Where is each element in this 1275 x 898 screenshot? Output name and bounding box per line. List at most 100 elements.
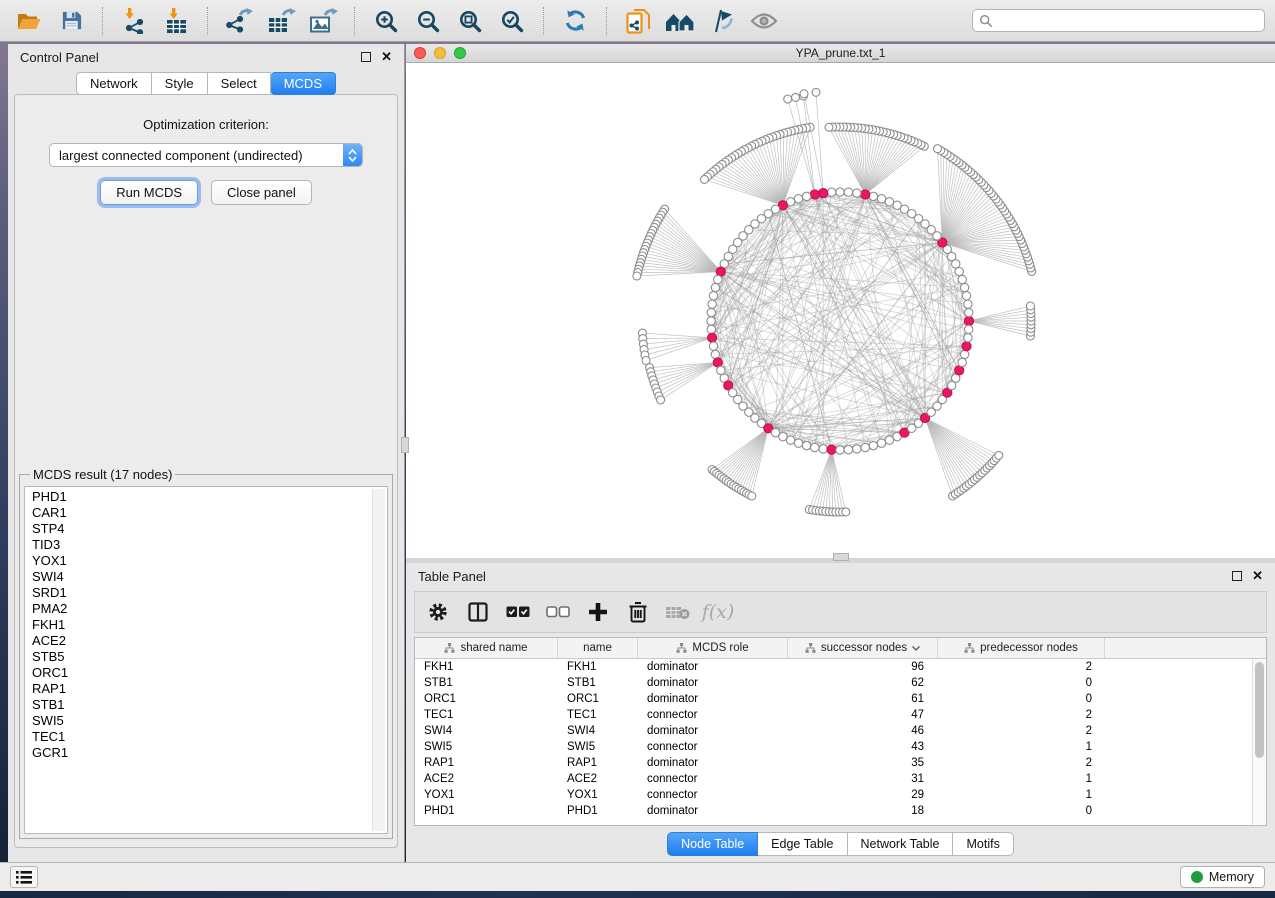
mcds-result-item[interactable]: PHD1 bbox=[32, 489, 387, 505]
mcds-result-item[interactable]: STB5 bbox=[32, 649, 387, 665]
table-cell: 31 bbox=[788, 773, 938, 785]
mcds-result-item[interactable]: SWI4 bbox=[32, 569, 387, 585]
mcds-result-item[interactable]: ACE2 bbox=[32, 633, 387, 649]
zoom-fit-button[interactable] bbox=[451, 4, 489, 38]
table-cell: dominator bbox=[638, 757, 788, 769]
mcds-result-item[interactable]: STP4 bbox=[32, 521, 387, 537]
tab-style[interactable]: Style bbox=[152, 72, 208, 95]
table-row[interactable]: ACE2ACE2connector311 bbox=[415, 771, 1252, 787]
plus-icon bbox=[587, 601, 609, 623]
network-graph[interactable] bbox=[406, 63, 1275, 558]
run-mcds-button[interactable]: Run MCDS bbox=[100, 180, 198, 205]
column-header-successor-nodes[interactable]: successor nodes bbox=[788, 638, 938, 658]
table-scrollbar-thumb[interactable] bbox=[1255, 662, 1264, 758]
mcds-result-item[interactable]: TID3 bbox=[32, 537, 387, 553]
tab-select[interactable]: Select bbox=[208, 72, 271, 95]
table-row[interactable]: ORC1ORC1dominator610 bbox=[415, 691, 1252, 707]
horizontal-splitter-grip[interactable] bbox=[833, 553, 849, 561]
table-cell: FKH1 bbox=[558, 661, 638, 673]
tab-edge-table[interactable]: Edge Table bbox=[758, 832, 847, 856]
mcds-result-item[interactable]: SRD1 bbox=[32, 585, 387, 601]
dropdown-stepper[interactable] bbox=[343, 144, 362, 166]
table-cell: 1 bbox=[938, 773, 1105, 785]
mcds-result-item[interactable]: FKH1 bbox=[32, 617, 387, 633]
delete-table-button[interactable] bbox=[663, 597, 693, 627]
hide-graphics-details-button[interactable] bbox=[703, 4, 741, 38]
network-window-titlebar[interactable]: YPA_prune.txt_1 bbox=[406, 44, 1275, 63]
table-scrollbar[interactable] bbox=[1252, 659, 1266, 825]
table-cell: dominator bbox=[638, 805, 788, 817]
zoom-out-button[interactable] bbox=[409, 4, 447, 38]
deselect-all-button[interactable] bbox=[543, 597, 573, 627]
mcds-result-item[interactable]: CAR1 bbox=[32, 505, 387, 521]
tab-mcds[interactable]: MCDS bbox=[271, 72, 336, 95]
mcds-list-scrollbar[interactable] bbox=[372, 489, 385, 831]
export-image-button[interactable] bbox=[304, 4, 342, 38]
column-header-name[interactable]: name bbox=[558, 638, 638, 658]
close-panel-icon[interactable]: ✕ bbox=[1252, 571, 1263, 581]
save-button[interactable] bbox=[52, 4, 90, 38]
close-panel-icon[interactable]: ✕ bbox=[381, 52, 392, 62]
zoom-in-button[interactable] bbox=[367, 4, 405, 38]
float-window-icon[interactable] bbox=[1232, 571, 1242, 581]
column-header-predecessor-nodes[interactable]: predecessor nodes bbox=[938, 638, 1105, 658]
delete-column-button[interactable] bbox=[623, 597, 653, 627]
mcds-result-item[interactable]: STB1 bbox=[32, 697, 387, 713]
clone-network-button[interactable] bbox=[619, 4, 657, 38]
refresh-button[interactable] bbox=[556, 4, 594, 38]
unchecked-boxes-icon bbox=[546, 606, 570, 618]
mcds-result-item[interactable]: TEC1 bbox=[32, 729, 387, 745]
task-history-button[interactable] bbox=[10, 866, 38, 888]
mcds-result-item[interactable]: RAP1 bbox=[32, 681, 387, 697]
table-cell: dominator bbox=[638, 693, 788, 705]
mcds-result-list[interactable]: PHD1CAR1STP4TID3YOX1SWI4SRD1PMA2FKH1ACE2… bbox=[24, 486, 388, 834]
function-builder-button[interactable]: f(x) bbox=[703, 597, 733, 627]
search-input[interactable] bbox=[998, 14, 1258, 28]
column-header-mcds-role[interactable]: MCDS role bbox=[638, 638, 788, 658]
tab-network[interactable]: Network bbox=[76, 72, 152, 95]
toolbar-separator bbox=[606, 7, 607, 35]
mcds-result-item[interactable]: YOX1 bbox=[32, 553, 387, 569]
close-panel-button[interactable]: Close panel bbox=[211, 180, 312, 205]
table-row[interactable]: PHD1PHD1dominator180 bbox=[415, 803, 1252, 819]
select-all-button[interactable] bbox=[503, 597, 533, 627]
table-row[interactable]: SWI4SWI4dominator462 bbox=[415, 723, 1252, 739]
vertical-splitter-grip[interactable] bbox=[401, 437, 409, 453]
export-image-icon bbox=[309, 8, 338, 34]
mcds-result-item[interactable]: SWI5 bbox=[32, 713, 387, 729]
mcds-result-item[interactable]: ORC1 bbox=[32, 665, 387, 681]
float-window-icon[interactable] bbox=[361, 52, 371, 62]
table-cell: 43 bbox=[788, 741, 938, 753]
show-columns-button[interactable] bbox=[463, 597, 493, 627]
table-settings-button[interactable] bbox=[423, 597, 453, 627]
memory-button[interactable]: Memory bbox=[1180, 866, 1265, 888]
table-row[interactable]: SWI5SWI5connector431 bbox=[415, 739, 1252, 755]
tab-motifs[interactable]: Motifs bbox=[953, 832, 1013, 856]
tab-node-table[interactable]: Node Table bbox=[667, 832, 758, 856]
network-canvas[interactable] bbox=[406, 63, 1275, 558]
zoom-selected-button[interactable] bbox=[493, 4, 531, 38]
network-overview-button[interactable] bbox=[661, 4, 699, 38]
table-cell: 61 bbox=[788, 693, 938, 705]
table-row[interactable]: FKH1FKH1dominator962 bbox=[415, 659, 1252, 675]
column-header-shared-name[interactable]: shared name bbox=[415, 638, 558, 658]
open-button[interactable] bbox=[10, 4, 48, 38]
table-row[interactable]: STB1STB1dominator620 bbox=[415, 675, 1252, 691]
table-row[interactable]: TEC1TEC1connector472 bbox=[415, 707, 1252, 723]
table-cell: PHD1 bbox=[415, 805, 558, 817]
criterion-dropdown[interactable]: largest connected component (undirected) bbox=[49, 143, 363, 167]
show-hide-button[interactable] bbox=[745, 4, 783, 38]
tab-network-table[interactable]: Network Table bbox=[848, 832, 954, 856]
search-box[interactable] bbox=[972, 9, 1265, 32]
table-row[interactable]: YOX1YOX1connector291 bbox=[415, 787, 1252, 803]
export-table-button[interactable] bbox=[262, 4, 300, 38]
mcds-result-item[interactable]: GCR1 bbox=[32, 745, 387, 761]
search-icon bbox=[979, 14, 993, 28]
add-column-button[interactable] bbox=[583, 597, 613, 627]
table-cell: 2 bbox=[938, 661, 1105, 673]
import-table-button[interactable] bbox=[157, 4, 195, 38]
export-network-button[interactable] bbox=[220, 4, 258, 38]
table-row[interactable]: RAP1RAP1dominator352 bbox=[415, 755, 1252, 771]
import-network-button[interactable] bbox=[115, 4, 153, 38]
mcds-result-item[interactable]: PMA2 bbox=[32, 601, 387, 617]
